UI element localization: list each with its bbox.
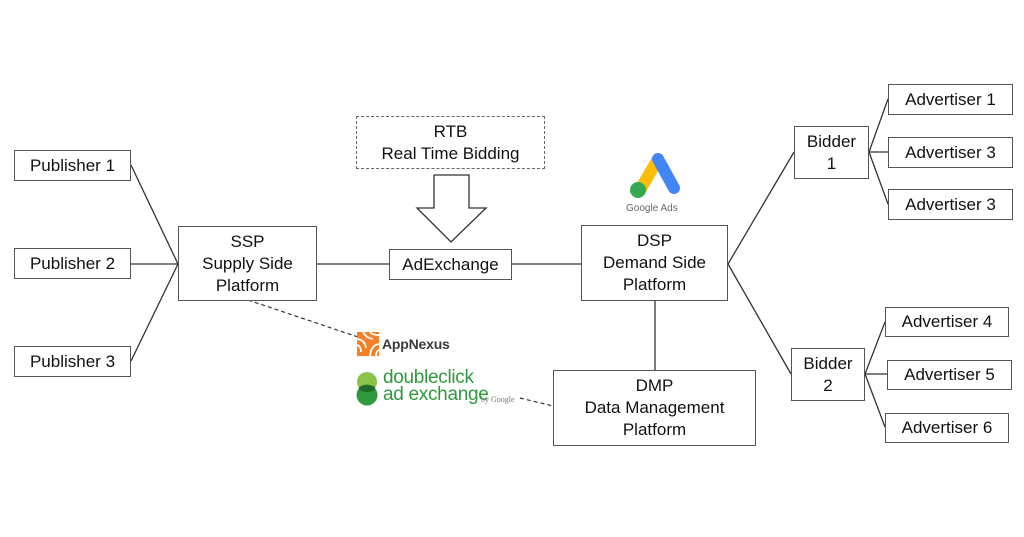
advertiser-3b-node[interactable]: Advertiser 3: [888, 189, 1013, 220]
doubleclick-text: doubleclick ad exchange: [383, 368, 489, 405]
down-arrow-icon: [415, 174, 488, 243]
advertiser-3b-label: Advertiser 3: [905, 194, 996, 214]
appnexus-logo-icon: [357, 332, 379, 356]
edge-bidder1-adv3b: [868, 151, 889, 205]
adexchange-label: AdExchange: [402, 254, 499, 274]
advertiser-1-label: Advertiser 1: [905, 89, 996, 109]
advertiser-6-node[interactable]: Advertiser 6: [885, 413, 1009, 443]
advertiser-3a-label: Advertiser 3: [905, 142, 996, 162]
advertiser-1-node[interactable]: Advertiser 1: [888, 84, 1013, 115]
publisher-3-label: Publisher 3: [29, 351, 116, 371]
dmp-node[interactable]: DMP Data Management Platform: [553, 370, 756, 446]
google-ads-logo-icon: [630, 153, 680, 198]
dsp-node[interactable]: DSP Demand Side Platform: [581, 225, 728, 301]
edge-publisher1-ssp: [130, 164, 179, 265]
publisher-2-label: Publisher 2: [29, 253, 116, 273]
edge-bidder2-adv6: [864, 373, 886, 428]
google-ads-text: Google Ads: [626, 203, 678, 214]
edge-dsp-bidder2: [727, 263, 792, 375]
edge-ssp-appnexus-dashed: [247, 299, 359, 338]
ssp-subtitle-1: Supply Side: [202, 253, 293, 273]
dsp-subtitle-2: Platform: [622, 275, 687, 294]
bidder-2-node[interactable]: Bidder 2: [791, 348, 865, 401]
bidder-2-number: 2: [823, 375, 833, 395]
dsp-title: DSP: [637, 231, 672, 250]
publisher-1-label: Publisher 1: [29, 155, 116, 175]
dsp-subtitle-1: Demand Side: [602, 253, 706, 272]
publisher-3-node[interactable]: Publisher 3: [14, 346, 131, 377]
edge-publisher3-ssp: [130, 263, 179, 362]
edge-bidder2-adv4: [864, 321, 886, 375]
dmp-subtitle-1: Data Management: [584, 398, 725, 417]
publisher-1-node[interactable]: Publisher 1: [14, 150, 131, 181]
doubleclick-byline: by Google: [481, 395, 515, 404]
doubleclick-line-2: ad exchange: [383, 384, 489, 405]
advertiser-4-label: Advertiser 4: [901, 312, 993, 331]
connector-layer: [130, 98, 889, 428]
bidder-1-node[interactable]: Bidder 1: [794, 126, 869, 179]
publisher-2-node[interactable]: Publisher 2: [14, 248, 131, 279]
bidder-1-number: 1: [826, 153, 837, 173]
advertiser-3a-node[interactable]: Advertiser 3: [888, 137, 1013, 168]
bidder-2-title: Bidder: [803, 353, 853, 373]
edge-bidder1-adv1: [868, 98, 889, 153]
rtb-subtitle: Real Time Bidding: [381, 143, 520, 163]
advertiser-5-node[interactable]: Advertiser 5: [887, 360, 1012, 390]
bidder-1-title: Bidder: [806, 131, 857, 151]
adexchange-node[interactable]: AdExchange: [389, 249, 512, 280]
ssp-title: SSP: [230, 231, 265, 251]
edge-doubleclick-dmp-dashed: [519, 397, 554, 407]
rtb-node[interactable]: RTB Real Time Bidding: [356, 116, 545, 169]
edge-dsp-bidder1: [727, 151, 795, 265]
dmp-subtitle-2: Platform: [622, 420, 687, 439]
doubleclick-logo-icon: [356, 372, 378, 406]
advertiser-4-node[interactable]: Advertiser 4: [885, 307, 1009, 337]
dmp-title: DMP: [635, 376, 674, 395]
rtb-title: RTB: [433, 121, 468, 141]
advertiser-5-label: Advertiser 5: [904, 365, 995, 384]
advertiser-6-label: Advertiser 6: [901, 418, 993, 437]
ssp-subtitle-2: Platform: [215, 275, 280, 295]
ssp-node[interactable]: SSP Supply Side Platform: [178, 226, 317, 301]
appnexus-text: AppNexus: [382, 336, 450, 352]
